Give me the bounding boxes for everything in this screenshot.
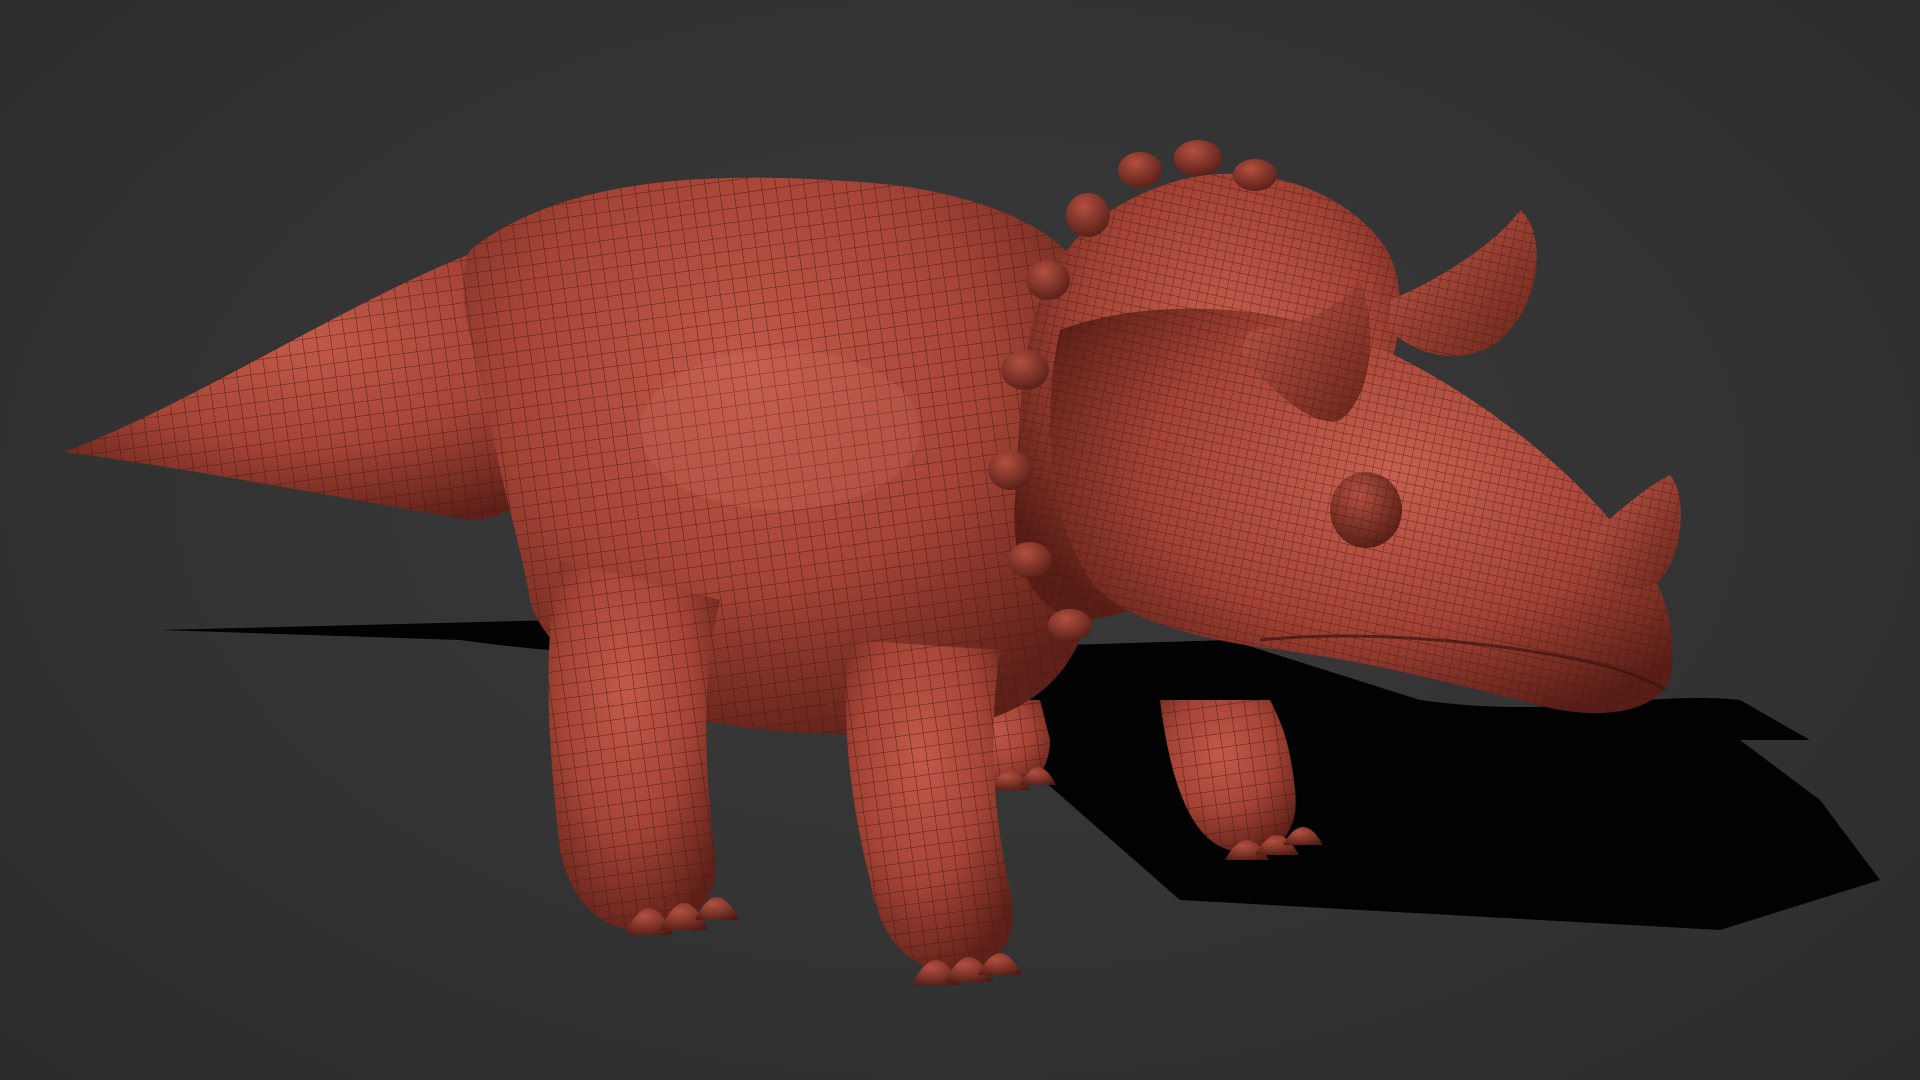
3d-viewport[interactable] — [0, 0, 1920, 1080]
nose-horn — [1590, 475, 1681, 589]
triceratops-render — [65, 140, 1880, 985]
near-hind-leg — [548, 560, 739, 935]
brow-horn-far — [1390, 210, 1537, 357]
